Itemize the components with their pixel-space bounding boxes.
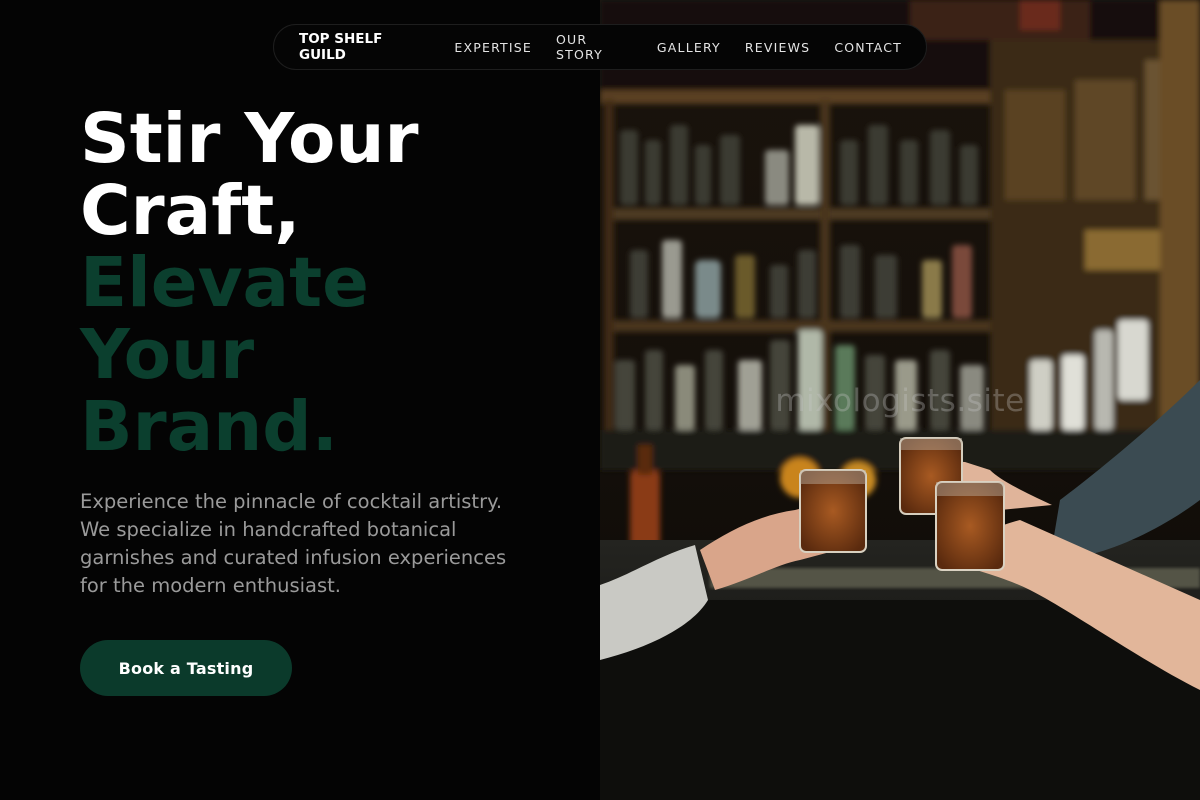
nav-link-gallery[interactable]: GALLERY [657, 40, 721, 55]
hero-title-accent-line: Your [80, 315, 255, 395]
hero-title-accent-line: Elevate [80, 243, 369, 323]
hero-description: Experience the pinnacle of cocktail arti… [80, 490, 507, 597]
hero-title-accent-line: Brand. [80, 387, 338, 467]
top-navigation: TOP SHELF GUILD EXPERTISE OUR STORY GALL… [273, 24, 927, 70]
nav-link-expertise[interactable]: EXPERTISE [454, 40, 532, 55]
watermark-text: mixologists.site [775, 383, 1025, 419]
hero-title: Stir Your Craft, Elevate Your Brand. [80, 103, 580, 463]
nav-link-contact[interactable]: CONTACT [834, 40, 902, 55]
brand-logo-text[interactable]: TOP SHELF GUILD [299, 31, 423, 63]
nav-link-our-story[interactable]: OUR STORY [556, 32, 633, 62]
hero-title-line: Craft, [80, 171, 301, 251]
book-tasting-button[interactable]: Book a Tasting [80, 640, 292, 696]
hero-title-line: Stir Your [80, 99, 419, 179]
nav-link-reviews[interactable]: REVIEWS [745, 40, 810, 55]
